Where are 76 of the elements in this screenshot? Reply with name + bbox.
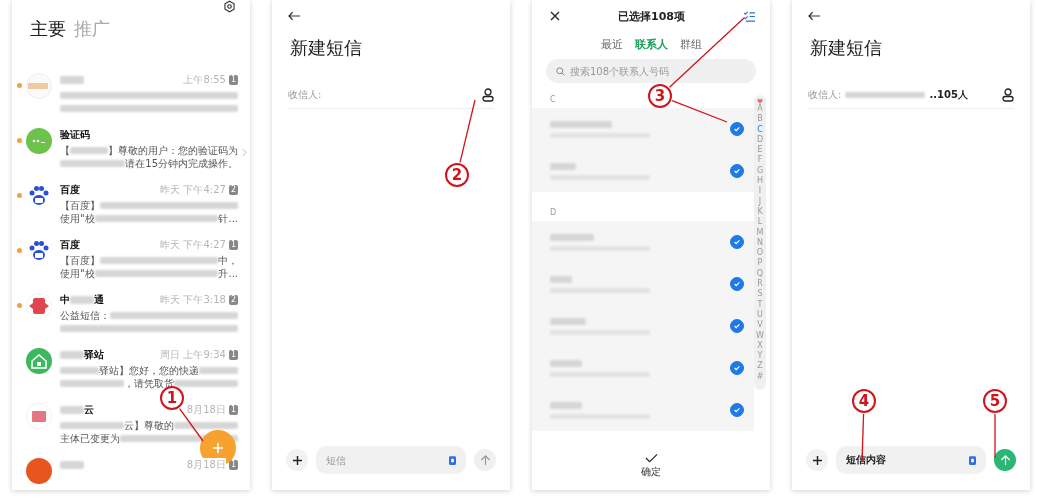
tab[interactable]: 群组 [679, 36, 702, 52]
index-letter[interactable]: L [757, 217, 763, 228]
index-letter[interactable]: X [757, 340, 763, 352]
message-count: 1 [228, 75, 238, 85]
message-preview: 中， [218, 253, 238, 268]
section-letter: C [550, 95, 556, 104]
message-preview: 【百度】 [60, 253, 100, 268]
section-letter: D [550, 208, 557, 217]
message-preview: 【 [60, 143, 70, 158]
tab[interactable]: 主要 [30, 17, 66, 41]
message-count: 1 [228, 460, 238, 470]
message-preview: 请在15分钟内完成操作。 [125, 156, 238, 171]
tab[interactable]: 最近 [600, 36, 623, 52]
index-letter[interactable]: Q [756, 268, 764, 280]
contact-name: 百度 [60, 238, 80, 252]
screen-title: 新建短信 [809, 36, 883, 60]
screen-title: 已选择108项 [618, 8, 685, 24]
message-count: 1 [228, 240, 238, 250]
message-field[interactable]: 短信 [316, 446, 466, 474]
index-letter[interactable]: R [757, 279, 763, 290]
index-letter[interactable]: N [757, 237, 763, 249]
index-letter[interactable]: E [757, 145, 763, 156]
message-preview: 主体已变更为 [60, 431, 120, 446]
tab[interactable]: 联系人 [634, 36, 668, 52]
index-letter[interactable]: U [757, 309, 763, 321]
message-preview: 云】尊敬的 [124, 418, 174, 433]
message-preview: 升... [218, 266, 238, 281]
message-preview: 【百度】 [60, 198, 100, 213]
message-time: 8月18日 [186, 403, 226, 417]
recipient-label: 收信人: [808, 88, 842, 102]
index-letter[interactable]: Y [757, 351, 763, 362]
index-letter[interactable]: G [756, 165, 764, 177]
message-time: 昨天 下午3:18 [160, 293, 226, 307]
message-count: 2 [228, 185, 238, 195]
contact-name: 中 [60, 293, 70, 307]
index-letter[interactable]: Z [757, 361, 763, 372]
index-letter[interactable]: J [758, 196, 762, 207]
message-time: 昨天 下午4:27 [160, 183, 226, 197]
contact-name: 驿站 [84, 348, 104, 362]
contact-name: 验证码 [60, 128, 90, 142]
index-letter[interactable]: V [757, 320, 763, 331]
message-preview: 】尊敬的用户：您的验证码为 [108, 143, 238, 158]
index-letter[interactable]: C [757, 124, 763, 135]
message-count: 1 [228, 350, 238, 360]
contact-name: 云 [84, 403, 94, 417]
index-letter[interactable]: F [757, 155, 763, 166]
index-letter[interactable]: B [757, 114, 763, 125]
index-letter[interactable]: W [756, 330, 764, 341]
message-preview: 公益短信： [60, 308, 110, 323]
index-letter[interactable]: M [756, 227, 764, 238]
message-preview: 驿站】您好，您的快递 [99, 363, 199, 378]
confirm-button[interactable]: 确定 [641, 453, 661, 479]
index-letter[interactable]: # [756, 371, 764, 382]
index-letter[interactable]: T [757, 299, 763, 310]
index-letter[interactable]: K [757, 206, 763, 218]
message-preview: 针... [218, 211, 238, 226]
search-field[interactable]: 搜索108个联系人号码 [546, 59, 756, 83]
contact-name: 百度 [60, 183, 80, 197]
contact-name: 通 [94, 293, 104, 307]
message-count: 2 [228, 295, 238, 305]
index-letter[interactable]: H [757, 176, 763, 187]
message-preview: 使用"校 [60, 211, 95, 226]
message-field[interactable]: 短信内容 [836, 446, 986, 474]
message-count: 1 [228, 405, 238, 415]
message-preview: 使用"校 [60, 266, 95, 281]
message-time: 昨天 下午4:27 [160, 238, 226, 252]
index-letter[interactable]: S [757, 289, 763, 300]
index-letter[interactable]: D [756, 134, 764, 146]
tab[interactable]: 推广 [74, 17, 110, 41]
message-time: 8月18日 [186, 458, 226, 472]
recipient-label: 收信人: [288, 88, 322, 102]
screen-title: 新建短信 [289, 36, 363, 60]
recipient-count: ..105人 [929, 88, 968, 102]
index-letter[interactable]: P [757, 258, 763, 269]
index-letter[interactable]: A [757, 104, 763, 115]
index-letter[interactable]: O [756, 248, 764, 259]
